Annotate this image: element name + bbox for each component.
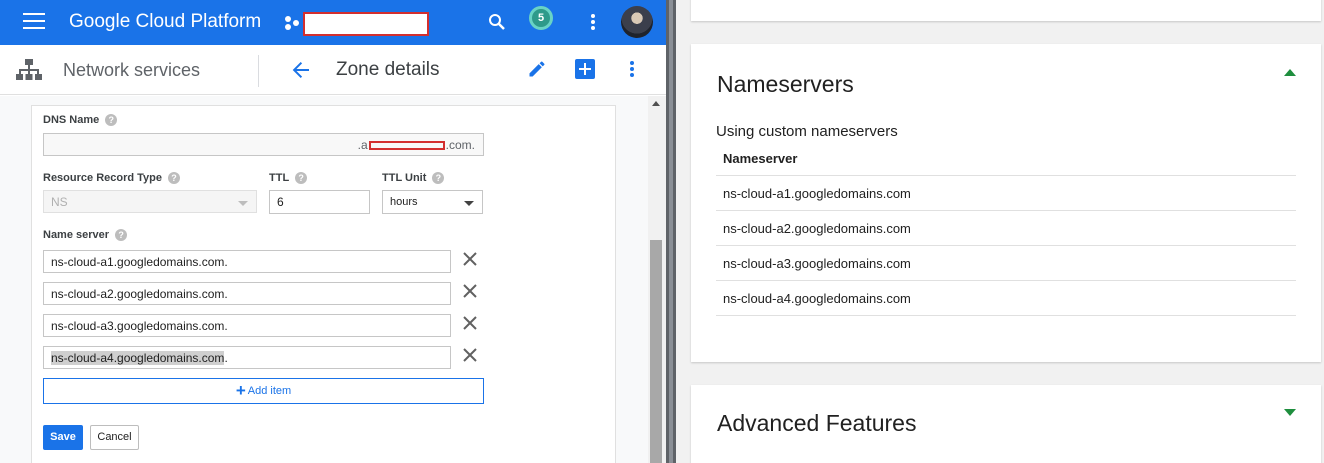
header-divider bbox=[258, 55, 259, 87]
close-icon[interactable] bbox=[462, 315, 478, 331]
name-server-input[interactable]: ns-cloud-a2.googledomains.com. bbox=[43, 282, 451, 305]
ttl-input[interactable]: 6 bbox=[269, 190, 370, 214]
chevron-up-icon[interactable] bbox=[1284, 69, 1296, 76]
hamburger-menu-icon[interactable] bbox=[23, 13, 45, 31]
right-pane: Nameservers Using custom nameservers Nam… bbox=[676, 0, 1324, 463]
add-icon: + bbox=[235, 381, 246, 400]
nameservers-subtitle: Using custom nameservers bbox=[716, 123, 898, 140]
help-icon[interactable]: ? bbox=[105, 114, 118, 127]
section-title: Network services bbox=[63, 60, 201, 80]
help-icon[interactable]: ? bbox=[295, 172, 308, 185]
help-icon[interactable]: ? bbox=[168, 172, 181, 185]
table-row: ns-cloud-a4.googledomains.com bbox=[716, 281, 1296, 316]
table-row: ns-cloud-a2.googledomains.com bbox=[716, 211, 1296, 246]
name-server-input[interactable]: ns-cloud-a1.googledomains.com. bbox=[43, 250, 451, 273]
record-type-label-text: Resource Record Type bbox=[43, 172, 163, 184]
ttl-unit-label: TTL Unit? bbox=[382, 172, 445, 185]
left-pane: Google Cloud Platform 5 Network services bbox=[0, 0, 666, 463]
ttl-unit-value: hours bbox=[390, 196, 418, 208]
record-type-label: Resource Record Type? bbox=[43, 172, 181, 185]
nameservers-card: Nameservers Using custom nameservers Nam… bbox=[691, 44, 1321, 362]
chevron-down-icon bbox=[238, 201, 248, 206]
dns-name-value: .a .com. bbox=[358, 138, 475, 152]
close-icon[interactable] bbox=[462, 283, 478, 299]
scrollbar[interactable] bbox=[648, 96, 666, 463]
table-header: Nameserver bbox=[716, 146, 1296, 176]
nameservers-table: Nameserver ns-cloud-a1.googledomains.com… bbox=[716, 146, 1296, 316]
project-dots-icon[interactable] bbox=[283, 14, 301, 32]
dns-name-label-text: DNS Name bbox=[43, 114, 100, 126]
advanced-features-title[interactable]: Advanced Features bbox=[717, 410, 916, 437]
close-icon[interactable] bbox=[462, 251, 478, 267]
previous-card bbox=[691, 0, 1321, 21]
ttl-label: TTL? bbox=[269, 172, 308, 185]
name-server-input[interactable]: ns-cloud-a3.googledomains.com. bbox=[43, 314, 451, 337]
redaction-box bbox=[368, 141, 445, 151]
top-app-bar: Google Cloud Platform 5 bbox=[0, 0, 666, 45]
add-item-label: Add item bbox=[247, 385, 292, 397]
name-server-label: Name server? bbox=[43, 229, 128, 242]
page-header: Network services Zone details bbox=[0, 45, 666, 95]
edit-pencil-icon[interactable] bbox=[527, 59, 547, 79]
scroll-up-arrow-icon[interactable] bbox=[652, 101, 660, 106]
project-selector[interactable] bbox=[303, 12, 429, 36]
add-item-button[interactable]: + Add item bbox=[43, 378, 484, 404]
more-vert-icon[interactable] bbox=[585, 12, 601, 32]
record-set-form: DNS Name? .a .com. Resource Record Type? … bbox=[31, 105, 616, 463]
save-button[interactable]: Save bbox=[43, 425, 83, 450]
page-title: Zone details bbox=[336, 59, 440, 80]
advanced-features-card: Advanced Features bbox=[691, 385, 1321, 463]
close-icon[interactable] bbox=[462, 347, 478, 363]
cancel-button[interactable]: Cancel bbox=[90, 425, 139, 450]
ttl-unit-label-text: TTL Unit bbox=[382, 172, 427, 184]
dns-name-suffix: .com. bbox=[445, 138, 475, 152]
chevron-down-icon bbox=[464, 201, 474, 206]
network-services-icon bbox=[16, 59, 42, 80]
arrow-back-icon[interactable] bbox=[290, 59, 312, 81]
form-area: DNS Name? .a .com. Resource Record Type? … bbox=[0, 96, 648, 463]
window-splitter[interactable] bbox=[666, 0, 676, 463]
help-icon[interactable]: ? bbox=[115, 229, 128, 242]
ttl-unit-select[interactable]: hours bbox=[382, 190, 483, 214]
dns-name-prefix: .a bbox=[357, 138, 368, 152]
unselected-text: . bbox=[224, 351, 228, 365]
table-row: ns-cloud-a3.googledomains.com bbox=[716, 246, 1296, 281]
record-type-value: NS bbox=[51, 195, 68, 209]
help-icon[interactable]: ? bbox=[432, 172, 445, 185]
avatar[interactable] bbox=[621, 6, 653, 38]
record-type-select: NS bbox=[43, 190, 257, 213]
name-server-label-text: Name server bbox=[43, 229, 110, 241]
name-server-input[interactable]: ns-cloud-a4.googledomains.com. bbox=[43, 346, 451, 369]
notifications-badge[interactable]: 5 bbox=[529, 6, 553, 30]
nameservers-title: Nameservers bbox=[717, 71, 854, 97]
chevron-down-icon[interactable] bbox=[1284, 409, 1296, 416]
ttl-label-text: TTL bbox=[269, 172, 290, 184]
scrollbar-thumb[interactable] bbox=[650, 240, 662, 463]
search-icon[interactable] bbox=[487, 12, 507, 32]
more-vert-icon[interactable] bbox=[624, 59, 640, 79]
brand-title[interactable]: Google Cloud Platform bbox=[69, 11, 261, 33]
selected-text: ns-cloud-a4.googledomains.com bbox=[51, 351, 225, 365]
add-box-icon[interactable] bbox=[575, 59, 595, 79]
dns-name-label: DNS Name? bbox=[43, 114, 118, 127]
dns-name-field[interactable]: .a .com. bbox=[43, 133, 484, 156]
table-row: ns-cloud-a1.googledomains.com bbox=[716, 176, 1296, 211]
